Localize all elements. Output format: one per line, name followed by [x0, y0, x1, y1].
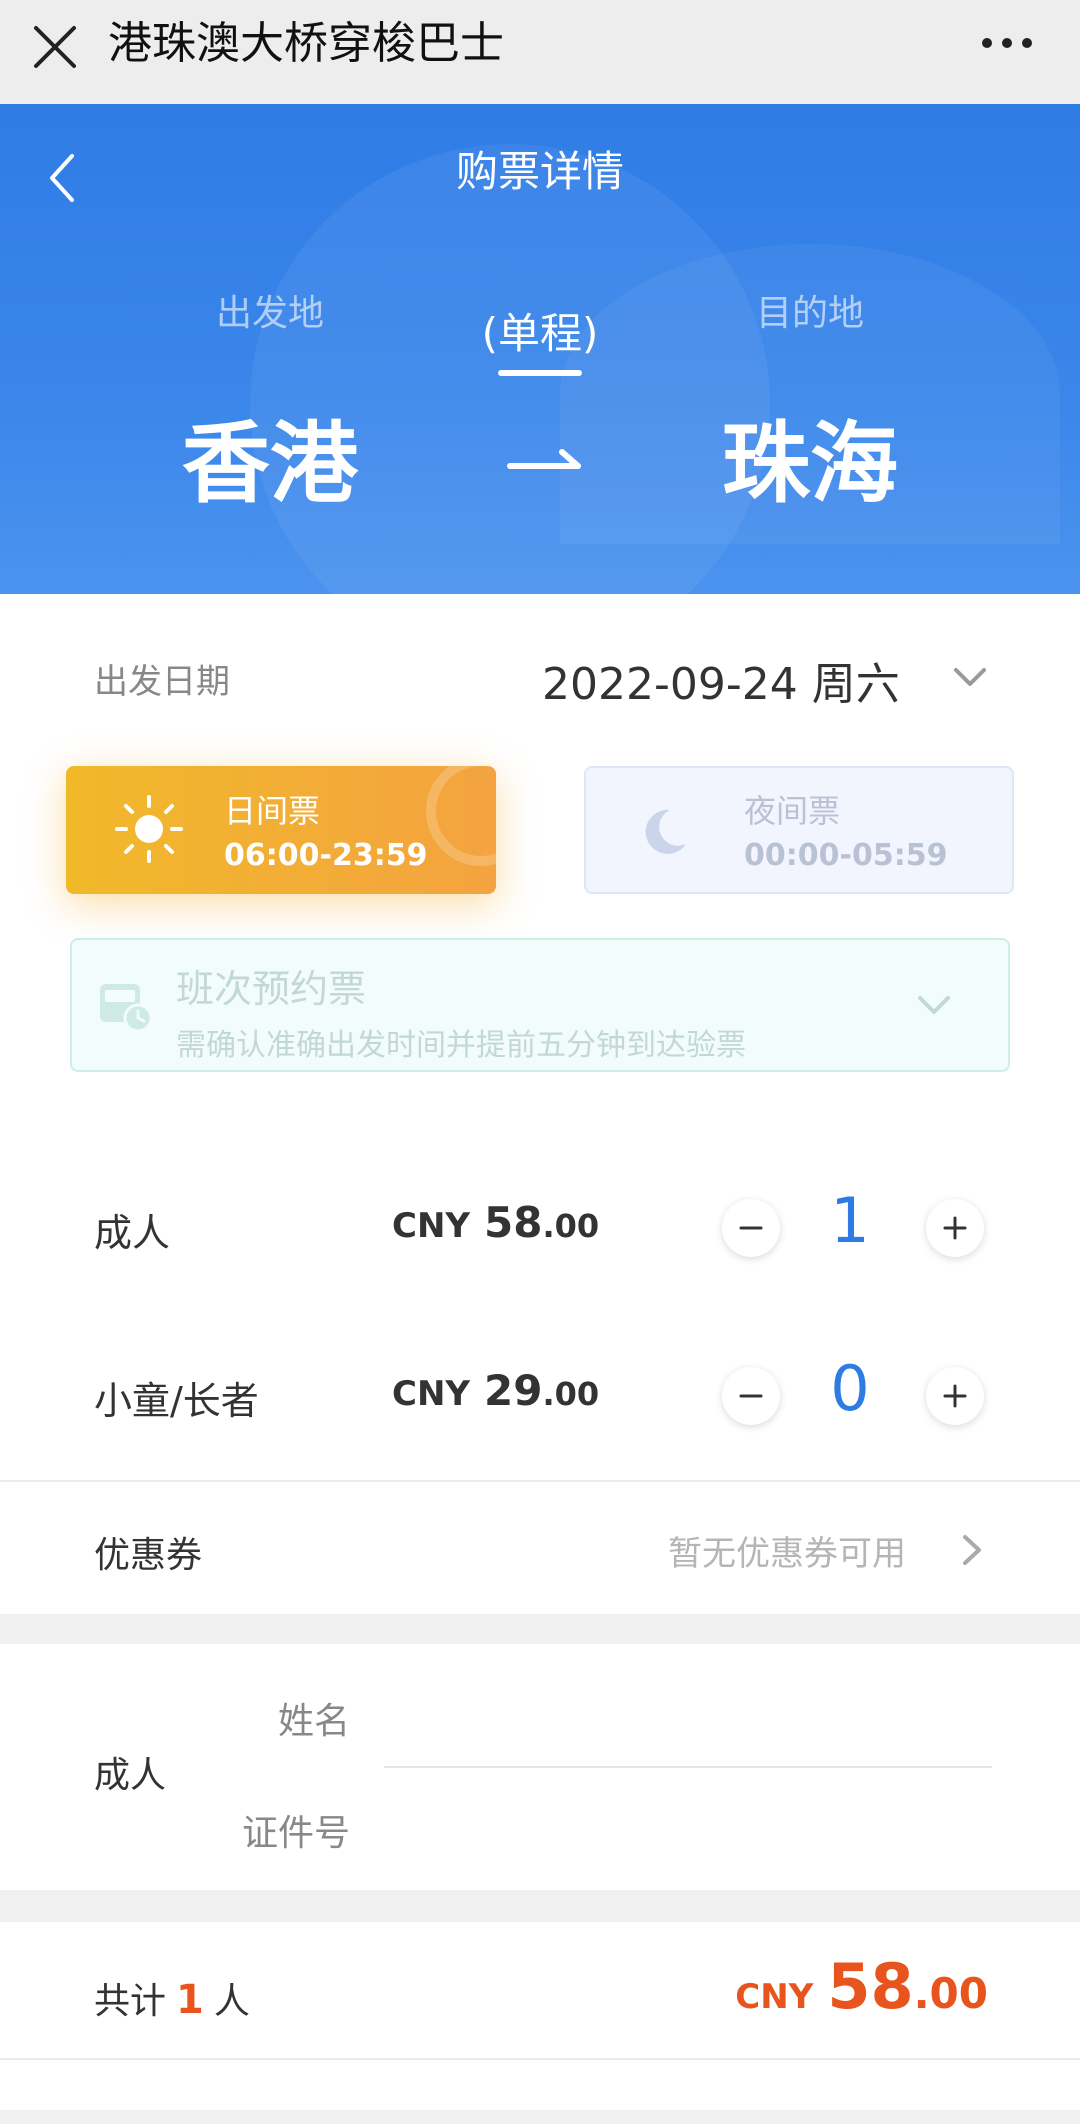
scheduled-reservation-option[interactable]: 班次预约票 需确认准确出发时间并提前五分钟到达验票 [70, 938, 1010, 1072]
passenger-price: CNY 58.00 [392, 1198, 599, 1247]
coupon-value[interactable]: 暂无优惠券可用 [668, 1526, 906, 1575]
total-prefix: 共计 [94, 1981, 167, 2022]
decrease-button[interactable] [722, 1367, 780, 1425]
night-ticket-name: 夜间票 [744, 792, 841, 830]
decrease-button[interactable] [722, 1199, 780, 1257]
price-integer: 58 [484, 1198, 543, 1247]
section-gap [0, 2110, 1080, 2124]
departure-date-label: 出发日期 [94, 662, 230, 702]
increase-button[interactable] [926, 1367, 984, 1425]
origin-city: 香港 [181, 412, 358, 515]
section-gap [0, 1614, 1080, 1644]
minus-icon [739, 1394, 763, 1398]
price-currency: CNY [392, 1206, 471, 1246]
price-currency: CNY [392, 1374, 471, 1414]
section-gap [0, 1890, 1080, 1922]
total-suffix: 人 [213, 1981, 250, 2022]
chevron-down-icon[interactable] [950, 664, 990, 692]
passenger-info-divider [384, 1766, 992, 1768]
night-ticket-time: 00:00-05:59 [744, 838, 948, 873]
reservation-name: 班次预约票 [176, 967, 367, 1011]
departure-date-value[interactable]: 2022-09-24 周六 [542, 648, 900, 712]
passenger-count: 0 [830, 1352, 870, 1425]
destination-label: 目的地 [755, 293, 864, 334]
page-title: 购票详情 [455, 147, 624, 196]
passenger-count: 1 [830, 1184, 870, 1257]
day-ticket-time: 06:00-23:59 [224, 838, 428, 873]
destination-city: 珠海 [721, 412, 898, 515]
divider [0, 2058, 1080, 2060]
day-ticket-name: 日间票 [224, 792, 321, 830]
trip-type-underline [498, 370, 582, 376]
minus-icon [739, 1226, 763, 1230]
total-amount-integer: 58 [827, 1950, 914, 2023]
chevron-down-icon[interactable] [914, 992, 954, 1020]
wechat-title-bar: 港珠澳大桥穿梭巴士 [0, 0, 1080, 104]
total-currency: CNY [735, 1977, 814, 2017]
total-count: 1 [176, 1977, 204, 2023]
total-amount-decimal: .00 [913, 1969, 988, 2018]
passenger-row-child-senior: 小童/长者 CNY 29.00 0 [0, 1336, 1080, 1456]
increase-button[interactable] [926, 1199, 984, 1257]
route-header: 购票详情 出发地 (单程) 目的地 香港 珠海 [0, 104, 1080, 594]
plus-icon [943, 1216, 967, 1240]
origin-label: 出发地 [215, 293, 324, 334]
night-ticket-option[interactable]: 夜间票 00:00-05:59 [584, 766, 1014, 894]
plus-icon [943, 1384, 967, 1408]
divider [0, 1480, 1080, 1482]
coupon-label: 优惠券 [94, 1535, 203, 1576]
total-price: CNY 58.00 [735, 1950, 988, 2023]
id-number-label: 证件号 [241, 1813, 350, 1854]
right-arrow-icon [507, 449, 581, 469]
close-icon[interactable] [30, 22, 80, 72]
day-ticket-option[interactable]: 日间票 06:00-23:59 [66, 766, 496, 894]
price-integer: 29 [484, 1366, 543, 1415]
price-decimal: .00 [542, 1375, 600, 1413]
app-title: 港珠澳大桥穿梭巴士 [108, 18, 504, 69]
passenger-info-type: 成人 [94, 1755, 167, 1796]
name-label: 姓名 [277, 1701, 350, 1742]
trip-type-tab[interactable]: (单程) [440, 300, 640, 361]
reservation-description: 需确认准确出发时间并提前五分钟到达验票 [176, 1028, 746, 1063]
chevron-right-icon[interactable] [960, 1532, 984, 1568]
passenger-price: CNY 29.00 [392, 1366, 599, 1415]
passenger-type-label: 小童/长者 [94, 1379, 259, 1423]
passenger-row-adult: 成人 CNY 58.00 1 [0, 1168, 1080, 1288]
card-decoration [426, 766, 496, 866]
price-decimal: .00 [542, 1207, 600, 1245]
bus-clock-icon [100, 984, 153, 1033]
more-icon[interactable] [982, 38, 1032, 54]
moon-icon [645, 809, 686, 854]
sun-icon [115, 795, 183, 863]
total-passengers: 共计 1 人 [94, 1972, 250, 2024]
passenger-type-label: 成人 [94, 1211, 171, 1255]
